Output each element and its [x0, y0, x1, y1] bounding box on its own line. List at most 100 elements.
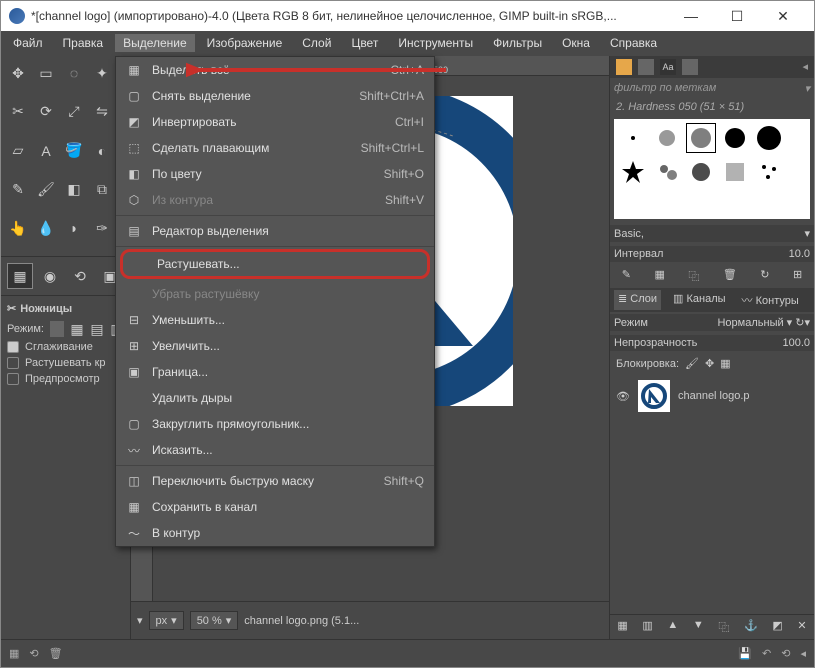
- menu-item-выделить-вс-[interactable]: ▦Выделить всёCtrl+A: [116, 57, 434, 83]
- menu-изображение[interactable]: Изображение: [199, 34, 291, 52]
- tool-scale[interactable]: ⤢: [61, 99, 87, 125]
- edit-brush-icon[interactable]: ✎: [622, 268, 631, 284]
- interval-input[interactable]: Интервал10.0: [610, 246, 814, 262]
- tool-crop[interactable]: ✂: [5, 99, 31, 125]
- preview-checkbox[interactable]: [7, 373, 19, 385]
- panel-menu-icon[interactable]: ◂: [802, 60, 808, 73]
- lock-pixels-icon[interactable]: 🖌: [685, 357, 699, 370]
- mode-replace-icon[interactable]: [50, 321, 64, 337]
- tab-layers[interactable]: ≣ Слои: [614, 290, 661, 310]
- filter-by-tags[interactable]: фильтр по меткам▾: [610, 78, 814, 99]
- tool-clone[interactable]: ⧉: [89, 176, 115, 202]
- zoom-selector[interactable]: 50 %▾: [190, 611, 239, 630]
- menu-item-в-контур[interactable]: 〜В контур: [116, 520, 434, 546]
- delete-layer-icon[interactable]: ✕: [797, 619, 806, 635]
- brush-grid[interactable]: [614, 119, 810, 219]
- lower-layer-icon[interactable]: ▼: [693, 619, 704, 635]
- brush-splat2[interactable]: [686, 157, 716, 187]
- fonts-tab-icon[interactable]: Aa: [660, 59, 676, 75]
- opacity-input[interactable]: Непрозрачность100.0: [610, 335, 814, 351]
- menu-item-исказить-[interactable]: 〰Исказить...: [116, 437, 434, 463]
- new-brush-icon[interactable]: ▦: [654, 268, 664, 284]
- close-button[interactable]: ✕: [760, 1, 806, 31]
- menu-item-сохранить-в-канал[interactable]: ▦Сохранить в канал: [116, 494, 434, 520]
- sb-menu-icon[interactable]: ◂: [800, 647, 806, 660]
- menu-выделение[interactable]: Выделение: [115, 34, 195, 52]
- sb-save-icon[interactable]: 💾: [738, 647, 752, 660]
- menu-item-удалить-дыры[interactable]: Удалить дыры: [116, 385, 434, 411]
- visibility-icon[interactable]: 👁: [616, 390, 630, 403]
- tool-dodge[interactable]: ◗: [61, 215, 87, 241]
- sb-icon-1[interactable]: ▦: [9, 647, 19, 660]
- menu-правка[interactable]: Правка: [55, 34, 112, 52]
- menu-item-увеличить-[interactable]: ⊞Увеличить...: [116, 333, 434, 359]
- menu-item-уменьшить-[interactable]: ⊟Уменьшить...: [116, 307, 434, 333]
- history-tab-icon[interactable]: [682, 59, 698, 75]
- brush-hard-l[interactable]: [754, 123, 784, 153]
- layer-group-icon[interactable]: ▥: [642, 619, 652, 635]
- tool-eraser[interactable]: ◧: [61, 176, 87, 202]
- brush-soft-m[interactable]: [686, 123, 716, 153]
- tool-smudge[interactable]: 👆: [5, 215, 31, 241]
- tool-rotate[interactable]: ⟳: [33, 99, 59, 125]
- tool-free-select[interactable]: ◌: [61, 60, 87, 86]
- menu-item-по-цвету[interactable]: ◧По цветуShift+O: [116, 161, 434, 187]
- new-layer-icon[interactable]: ▦: [617, 619, 627, 635]
- tool-path[interactable]: ✑: [89, 215, 115, 241]
- brush-dots[interactable]: [754, 157, 784, 187]
- menu-цвет[interactable]: Цвет: [343, 34, 386, 52]
- maximize-button[interactable]: ☐: [714, 1, 760, 31]
- sb-icon-2[interactable]: ⟲: [29, 647, 38, 660]
- mask-layer-icon[interactable]: ◩: [772, 619, 782, 635]
- basic-selector[interactable]: Basic,▾: [610, 225, 814, 242]
- menu-item-сделать-плавающим[interactable]: ⬚Сделать плавающимShift+Ctrl+L: [116, 135, 434, 161]
- tool-move[interactable]: ✥: [5, 60, 31, 86]
- unit-selector[interactable]: px▾: [149, 611, 184, 630]
- menu-item-редактор-выделения[interactable]: ▤Редактор выделения: [116, 218, 434, 244]
- device-tab[interactable]: ◉: [37, 263, 63, 289]
- dup-brush-icon[interactable]: ⿻: [688, 268, 699, 284]
- open-brush-icon[interactable]: ⊞: [793, 268, 802, 284]
- brush-star[interactable]: [618, 157, 648, 187]
- brush-texture[interactable]: [720, 157, 750, 187]
- menu-item-снять-выделение[interactable]: ▢Снять выделениеShift+Ctrl+A: [116, 83, 434, 109]
- menu-окна[interactable]: Окна: [554, 34, 598, 52]
- menu-слой[interactable]: Слой: [294, 34, 339, 52]
- menu-item-граница-[interactable]: ▣Граница...: [116, 359, 434, 385]
- menu-item-растушевать-[interactable]: Растушевать...: [120, 249, 430, 279]
- mode-add-icon[interactable]: ▦: [70, 321, 84, 337]
- blend-mode[interactable]: Режим Нормальный ▾ ↻▾: [610, 314, 814, 331]
- sb-icon-3[interactable]: 🗑: [49, 647, 63, 660]
- antialias-checkbox[interactable]: ✕: [7, 341, 19, 353]
- tool-option-tab[interactable]: ▦: [7, 263, 33, 289]
- tool-blur[interactable]: 💧: [33, 215, 59, 241]
- tab-paths[interactable]: 〰 Контуры: [738, 290, 803, 310]
- minimize-button[interactable]: —: [668, 1, 714, 31]
- lock-alpha-icon[interactable]: ▦: [720, 357, 730, 370]
- refresh-brush-icon[interactable]: ↻: [760, 268, 769, 284]
- menu-фильтры[interactable]: Фильтры: [485, 34, 550, 52]
- tool-gradient[interactable]: ◐: [89, 138, 115, 164]
- mode-sub-icon[interactable]: ▤: [90, 321, 104, 337]
- menu-справка[interactable]: Справка: [602, 34, 665, 52]
- dup-layer-icon[interactable]: ⿻: [718, 619, 729, 635]
- brushes-tab-icon[interactable]: [616, 59, 632, 75]
- tab-channels[interactable]: ▥ Каналы: [669, 290, 730, 310]
- brush-dot[interactable]: [618, 123, 648, 153]
- brush-hard-m[interactable]: [720, 123, 750, 153]
- tool-brush[interactable]: 🖌: [33, 176, 59, 202]
- merge-layer-icon[interactable]: ⚓: [744, 619, 758, 635]
- del-brush-icon[interactable]: 🗑: [723, 268, 737, 284]
- history-tab[interactable]: ⟲: [67, 263, 93, 289]
- menu-item-переключить-быструю-маску[interactable]: ◫Переключить быструю маскуShift+Q: [116, 468, 434, 494]
- brush-soft-s[interactable]: [652, 123, 682, 153]
- sb-restore-icon[interactable]: ↶: [762, 647, 771, 660]
- tool-fuzzy[interactable]: ✦: [89, 60, 115, 86]
- tool-flip[interactable]: ⇋: [89, 99, 115, 125]
- sb-reset-icon[interactable]: ⟲: [781, 647, 790, 660]
- feather-checkbox[interactable]: [7, 357, 19, 369]
- tool-bucket[interactable]: 🪣: [61, 138, 87, 164]
- brush-splat1[interactable]: [652, 157, 682, 187]
- tool-pencil[interactable]: ✎: [5, 176, 31, 202]
- tool-rect-select[interactable]: ▭: [33, 60, 59, 86]
